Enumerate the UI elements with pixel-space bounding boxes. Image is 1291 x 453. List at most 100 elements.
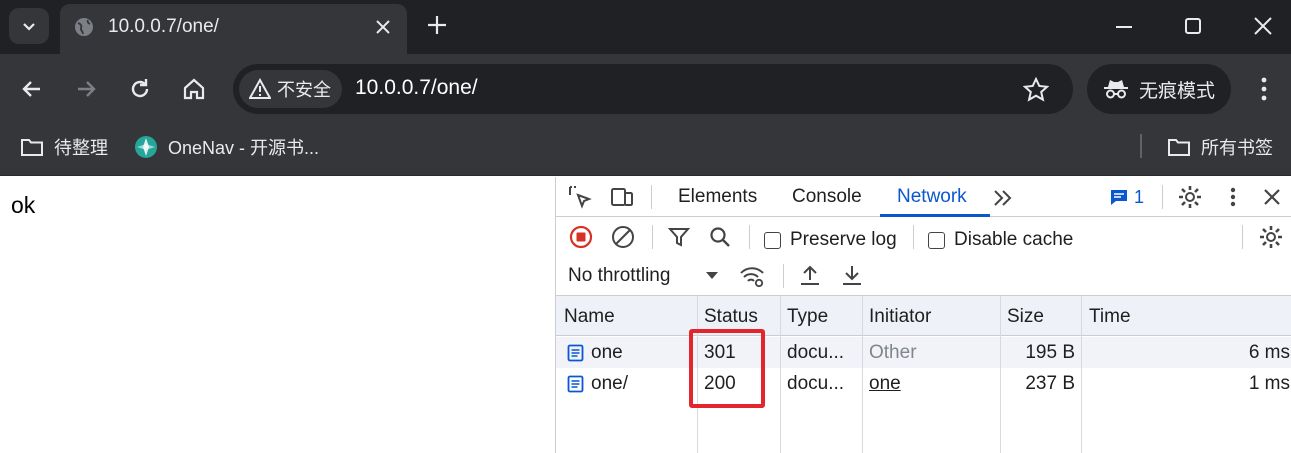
table-row[interactable]: one/ 200 docu... one 237 B 1 ms bbox=[556, 368, 1291, 399]
warning-icon bbox=[249, 78, 271, 99]
folder-icon bbox=[21, 139, 43, 156]
bookmark-star-icon[interactable] bbox=[1023, 77, 1049, 103]
all-bookmarks-button[interactable]: 所有书签 bbox=[1167, 134, 1273, 160]
browser-toolbar: 不安全 10.0.0.7/one/ 无痕模式 bbox=[0, 54, 1291, 124]
folder-icon bbox=[1168, 139, 1190, 156]
clear-icon[interactable] bbox=[610, 224, 636, 250]
request-size: 237 B bbox=[1025, 373, 1075, 394]
network-settings-icon[interactable] bbox=[1258, 224, 1284, 250]
tab-network[interactable]: Network bbox=[897, 186, 967, 208]
close-tab-icon[interactable] bbox=[372, 16, 394, 38]
tab-search-button[interactable] bbox=[9, 8, 49, 44]
status-highlight-box bbox=[689, 329, 765, 408]
devtools-tab-bar: Elements Console Network 1 bbox=[556, 177, 1291, 217]
preserve-log-label: Preserve log bbox=[790, 229, 897, 250]
globe-icon bbox=[75, 18, 93, 36]
incognito-icon bbox=[1104, 80, 1128, 99]
security-label: 不安全 bbox=[277, 80, 331, 100]
request-name: one bbox=[591, 342, 623, 363]
incognito-label: 无痕模式 bbox=[1139, 80, 1216, 102]
close-devtools-icon[interactable] bbox=[1259, 184, 1285, 210]
checkbox-box[interactable] bbox=[764, 231, 781, 249]
network-conditions-icon[interactable] bbox=[739, 263, 765, 289]
toolbar-divider bbox=[652, 225, 653, 249]
request-size: 195 B bbox=[1025, 342, 1075, 363]
column-divider[interactable] bbox=[780, 296, 781, 453]
browser-tab[interactable]: 10.0.0.7/one/ bbox=[60, 4, 407, 54]
more-tabs-icon[interactable] bbox=[990, 185, 1016, 211]
document-icon bbox=[567, 344, 584, 362]
document-icon bbox=[567, 375, 584, 393]
disable-cache-checkbox[interactable]: Disable cache bbox=[928, 229, 1073, 251]
page-viewport: ok bbox=[0, 177, 555, 453]
settings-gear-icon[interactable] bbox=[1177, 184, 1203, 210]
column-header-type[interactable]: Type bbox=[780, 296, 862, 336]
bookmark-onenav[interactable]: OneNav - 开源书... bbox=[134, 134, 319, 160]
inspect-element-icon[interactable] bbox=[567, 184, 593, 210]
devtools-menu-icon[interactable] bbox=[1220, 184, 1246, 210]
checkbox-box[interactable] bbox=[928, 231, 945, 249]
new-tab-icon[interactable] bbox=[425, 13, 449, 37]
issues-count: 1 bbox=[1134, 187, 1145, 207]
toolbar-divider bbox=[651, 185, 652, 209]
tab-elements[interactable]: Elements bbox=[678, 186, 757, 208]
security-chip[interactable]: 不安全 bbox=[239, 70, 342, 108]
search-icon[interactable] bbox=[707, 224, 733, 250]
tab-strip: 10.0.0.7/one/ bbox=[0, 0, 1291, 54]
message-icon bbox=[1111, 190, 1127, 205]
home-icon[interactable] bbox=[181, 76, 207, 102]
toolbar-divider bbox=[749, 225, 750, 249]
minimize-icon[interactable] bbox=[1112, 14, 1136, 38]
back-icon[interactable] bbox=[19, 76, 45, 102]
request-initiator-link[interactable]: one bbox=[869, 373, 901, 395]
request-initiator: Other bbox=[869, 342, 917, 363]
issues-counter[interactable]: 1 bbox=[1110, 187, 1144, 208]
export-har-icon[interactable] bbox=[839, 263, 865, 289]
devtools-panel: Elements Console Network 1 Preserve log … bbox=[555, 177, 1291, 453]
column-header-name[interactable]: Name bbox=[556, 296, 697, 336]
filter-icon[interactable] bbox=[666, 224, 692, 250]
import-har-icon[interactable] bbox=[797, 263, 823, 289]
column-header-size[interactable]: Size bbox=[1000, 296, 1081, 336]
network-action-bar: Preserve log Disable cache bbox=[556, 217, 1291, 256]
toolbar-divider bbox=[783, 264, 784, 288]
more-menu-icon[interactable] bbox=[1254, 76, 1274, 102]
bookmarks-bar: 待整理 OneNav - 开源书... 所有书签 bbox=[0, 124, 1291, 176]
toolbar-divider bbox=[913, 225, 914, 249]
request-time: 1 ms bbox=[1248, 373, 1290, 394]
reload-icon[interactable] bbox=[127, 76, 153, 102]
toolbar-divider bbox=[1242, 225, 1243, 249]
maximize-icon[interactable] bbox=[1181, 14, 1205, 38]
tab-title: 10.0.0.7/one/ bbox=[108, 16, 219, 37]
column-header-time[interactable]: Time bbox=[1081, 296, 1291, 336]
bookmarks-separator bbox=[1140, 134, 1142, 158]
column-divider[interactable] bbox=[1081, 296, 1082, 453]
forward-icon[interactable] bbox=[73, 76, 99, 102]
bookmark-label: OneNav - 开源书... bbox=[168, 138, 320, 158]
preserve-log-checkbox[interactable]: Preserve log bbox=[764, 229, 897, 251]
column-divider[interactable] bbox=[862, 296, 863, 453]
request-type: docu... bbox=[787, 342, 845, 363]
bookmark-folder-1[interactable]: 待整理 bbox=[20, 134, 108, 160]
url-text[interactable]: 10.0.0.7/one/ bbox=[355, 76, 478, 100]
chevron-down-icon bbox=[23, 23, 35, 31]
throttling-bar: No throttling bbox=[556, 256, 1291, 296]
table-row[interactable]: one 301 docu... Other 195 B 6 ms bbox=[556, 337, 1291, 368]
column-divider[interactable] bbox=[1000, 296, 1001, 453]
disable-cache-label: Disable cache bbox=[954, 229, 1074, 250]
bookmark-label: 待整理 bbox=[54, 138, 108, 158]
request-type: docu... bbox=[787, 373, 845, 394]
incognito-button[interactable]: 无痕模式 bbox=[1087, 64, 1231, 114]
tab-console[interactable]: Console bbox=[792, 186, 862, 208]
throttling-select[interactable]: No throttling bbox=[568, 265, 670, 287]
column-header-initiator[interactable]: Initiator bbox=[862, 296, 1000, 336]
request-time: 6 ms bbox=[1248, 342, 1290, 363]
dropdown-arrow-icon[interactable] bbox=[704, 267, 720, 283]
device-toolbar-icon[interactable] bbox=[609, 184, 635, 210]
address-bar[interactable]: 不安全 10.0.0.7/one/ bbox=[233, 64, 1073, 114]
request-name: one/ bbox=[591, 373, 628, 394]
close-window-icon[interactable] bbox=[1251, 14, 1275, 38]
all-bookmarks-label: 所有书签 bbox=[1201, 138, 1273, 158]
toolbar-divider bbox=[1162, 185, 1163, 209]
record-stop-icon[interactable] bbox=[568, 224, 594, 250]
